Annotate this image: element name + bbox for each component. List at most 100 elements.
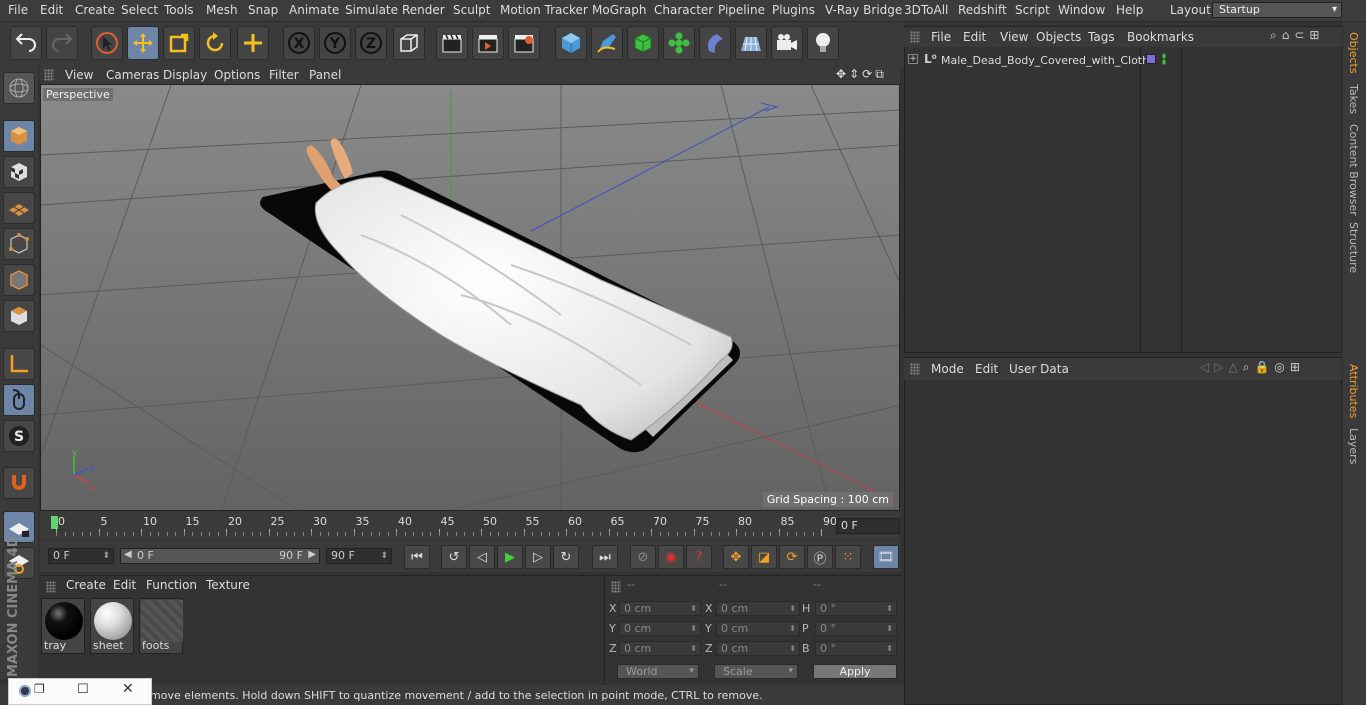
menu-sculpt[interactable]: Sculpt xyxy=(453,3,490,17)
layer-tag-icon[interactable] xyxy=(1146,54,1156,64)
coord-size-field[interactable]: 0 cm xyxy=(716,601,800,616)
attr-new-window-icon[interactable]: ⊞ xyxy=(1290,360,1305,374)
material-tray[interactable]: tray xyxy=(41,598,85,654)
object-menu-bookmarks[interactable]: Bookmarks xyxy=(1127,30,1194,44)
orbit-icon[interactable]: ⟳ xyxy=(862,67,875,81)
range-slider[interactable]: ◀ 0 F 90 F ▶ xyxy=(120,548,320,564)
menu-file[interactable]: File xyxy=(8,3,28,17)
live-selection-button[interactable] xyxy=(91,26,123,60)
light-button[interactable] xyxy=(807,26,839,60)
render-settings-button[interactable] xyxy=(508,26,540,60)
material-menu-edit[interactable]: Edit xyxy=(113,578,136,592)
coord-size-field[interactable]: 0 cm xyxy=(716,621,800,636)
rotate-tool-button[interactable] xyxy=(199,26,231,60)
tab-objects[interactable]: Objects xyxy=(1347,32,1360,74)
edge-mode-button[interactable] xyxy=(3,264,35,296)
close-window-icon[interactable]: ✕ xyxy=(122,681,134,697)
go-to-start-button[interactable]: ⏮ xyxy=(404,545,430,569)
menu-render[interactable]: Render xyxy=(402,3,445,17)
coord-size-field[interactable]: 0 cm xyxy=(716,641,800,656)
attribute-menu-mode[interactable]: Mode xyxy=(931,362,964,376)
key-parameter-button[interactable]: Ⓟ xyxy=(807,545,833,569)
viewport-menu-filter[interactable]: Filter xyxy=(269,68,299,82)
menu-animate[interactable]: Animate xyxy=(289,3,339,17)
tab-structure[interactable]: Structure xyxy=(1347,222,1360,273)
apply-button[interactable]: Apply xyxy=(813,664,897,679)
model-mode-button[interactable] xyxy=(3,120,35,152)
solo-button[interactable]: S xyxy=(3,420,35,452)
perspective-viewport[interactable]: y x z Perspective Grid Spacing : 100 cm xyxy=(40,84,900,511)
maximize-icon[interactable]: ⧉ xyxy=(875,67,887,81)
previous-key-button[interactable]: ↺ xyxy=(441,545,467,569)
x-axis-button[interactable]: X xyxy=(283,26,315,60)
current-frame-field[interactable]: 0 F xyxy=(836,518,900,534)
camera-button[interactable] xyxy=(771,26,803,60)
record-keys-button[interactable]: ⊘ xyxy=(630,545,656,569)
floor-button[interactable] xyxy=(735,26,767,60)
coord-rotation-field[interactable]: 0 ° xyxy=(815,641,897,656)
tab-takes[interactable]: Takes xyxy=(1347,84,1360,114)
tab-attributes[interactable]: Attributes xyxy=(1347,364,1360,418)
viewport-menu-panel[interactable]: Panel xyxy=(309,68,341,82)
menu-simulate[interactable]: Simulate xyxy=(345,3,398,17)
world-dropdown[interactable]: World xyxy=(617,664,699,679)
viewport-menu-cameras[interactable]: Cameras xyxy=(106,68,159,82)
menu-tools[interactable]: Tools xyxy=(164,3,194,17)
cloner-button[interactable] xyxy=(663,26,695,60)
menu-redshift[interactable]: Redshift xyxy=(958,3,1007,17)
menu-v-ray-bridge[interactable]: V-Ray Bridge xyxy=(825,3,902,17)
keyframe-selection-button[interactable]: ? xyxy=(686,545,712,569)
menu-window[interactable]: Window xyxy=(1058,3,1105,17)
pan-icon[interactable]: ✥ xyxy=(836,67,849,81)
attribute-menu-edit[interactable]: Edit xyxy=(975,362,998,376)
viewport-menu-view[interactable]: View xyxy=(65,68,93,82)
forward-arrow-icon[interactable]: ▷ xyxy=(1214,360,1228,374)
tab-layers[interactable]: Layers xyxy=(1347,428,1360,464)
cube-button[interactable] xyxy=(555,26,587,60)
material-menu-texture[interactable]: Texture xyxy=(206,578,250,592)
menu-motion-tracker[interactable]: Motion Tracker xyxy=(500,3,588,17)
settings-icon[interactable]: ◎ xyxy=(1274,360,1289,374)
material-menu-function[interactable]: Function xyxy=(146,578,197,592)
next-key-button[interactable]: ↻ xyxy=(553,545,579,569)
render-view-button[interactable] xyxy=(436,26,468,60)
z-axis-button[interactable]: Z xyxy=(355,26,387,60)
visibility-dots-icon[interactable] xyxy=(1162,53,1166,65)
back-arrow-icon[interactable]: ◁ xyxy=(1200,360,1214,374)
scale-dropdown[interactable]: Scale xyxy=(714,664,798,679)
key-rotation-button[interactable]: ⟳ xyxy=(779,545,805,569)
camera-label[interactable]: Perspective xyxy=(43,88,113,101)
next-frame-button[interactable]: ▷ xyxy=(525,545,551,569)
key-scale-button[interactable]: ◪ xyxy=(751,545,777,569)
polygon-mode-button[interactable] xyxy=(3,300,35,332)
autokeying-button[interactable]: ◉ xyxy=(658,545,684,569)
home-icon[interactable]: ⌂ xyxy=(1282,28,1295,42)
point-mode-button[interactable] xyxy=(3,228,35,260)
axis-mode-button[interactable] xyxy=(3,348,35,380)
search-icon[interactable]: ⌕ xyxy=(1270,28,1282,42)
tweak-mode-button[interactable] xyxy=(3,384,35,416)
undo-button[interactable] xyxy=(10,26,42,60)
tab-content-browser[interactable]: Content Browser xyxy=(1347,124,1360,216)
menu-select[interactable]: Select xyxy=(121,3,158,17)
object-menu-edit[interactable]: Edit xyxy=(963,30,986,44)
viewport-menu-display[interactable]: Display xyxy=(163,68,207,82)
range-left-arrow-icon[interactable]: ◀ xyxy=(124,549,132,560)
menu-create[interactable]: Create xyxy=(75,3,115,17)
scale-tool-button[interactable] xyxy=(163,26,195,60)
move-tool-button[interactable] xyxy=(127,26,159,60)
minimized-window[interactable]: ❐ ☐ ✕ xyxy=(8,678,152,705)
object-name[interactable]: Male_Dead_Body_Covered_with_Cloth xyxy=(941,54,1149,67)
attr-search-icon[interactable]: ⌕ xyxy=(1243,360,1255,374)
coordinate-system-button[interactable] xyxy=(393,26,425,60)
pen-tool-button[interactable] xyxy=(591,26,623,60)
viewport-menu-options[interactable]: Options xyxy=(214,68,260,82)
object-menu-objects[interactable]: Objects xyxy=(1036,30,1081,44)
y-axis-button[interactable]: Y xyxy=(319,26,351,60)
link-icon[interactable]: ⊂ xyxy=(1294,28,1309,42)
timeline-window-button[interactable]: 🎞 xyxy=(873,545,899,569)
coord-position-field[interactable]: 0 cm xyxy=(619,601,701,616)
menu-edit[interactable]: Edit xyxy=(40,3,63,17)
menu-pipeline[interactable]: Pipeline xyxy=(718,3,765,17)
material-foots[interactable]: foots xyxy=(139,598,183,654)
